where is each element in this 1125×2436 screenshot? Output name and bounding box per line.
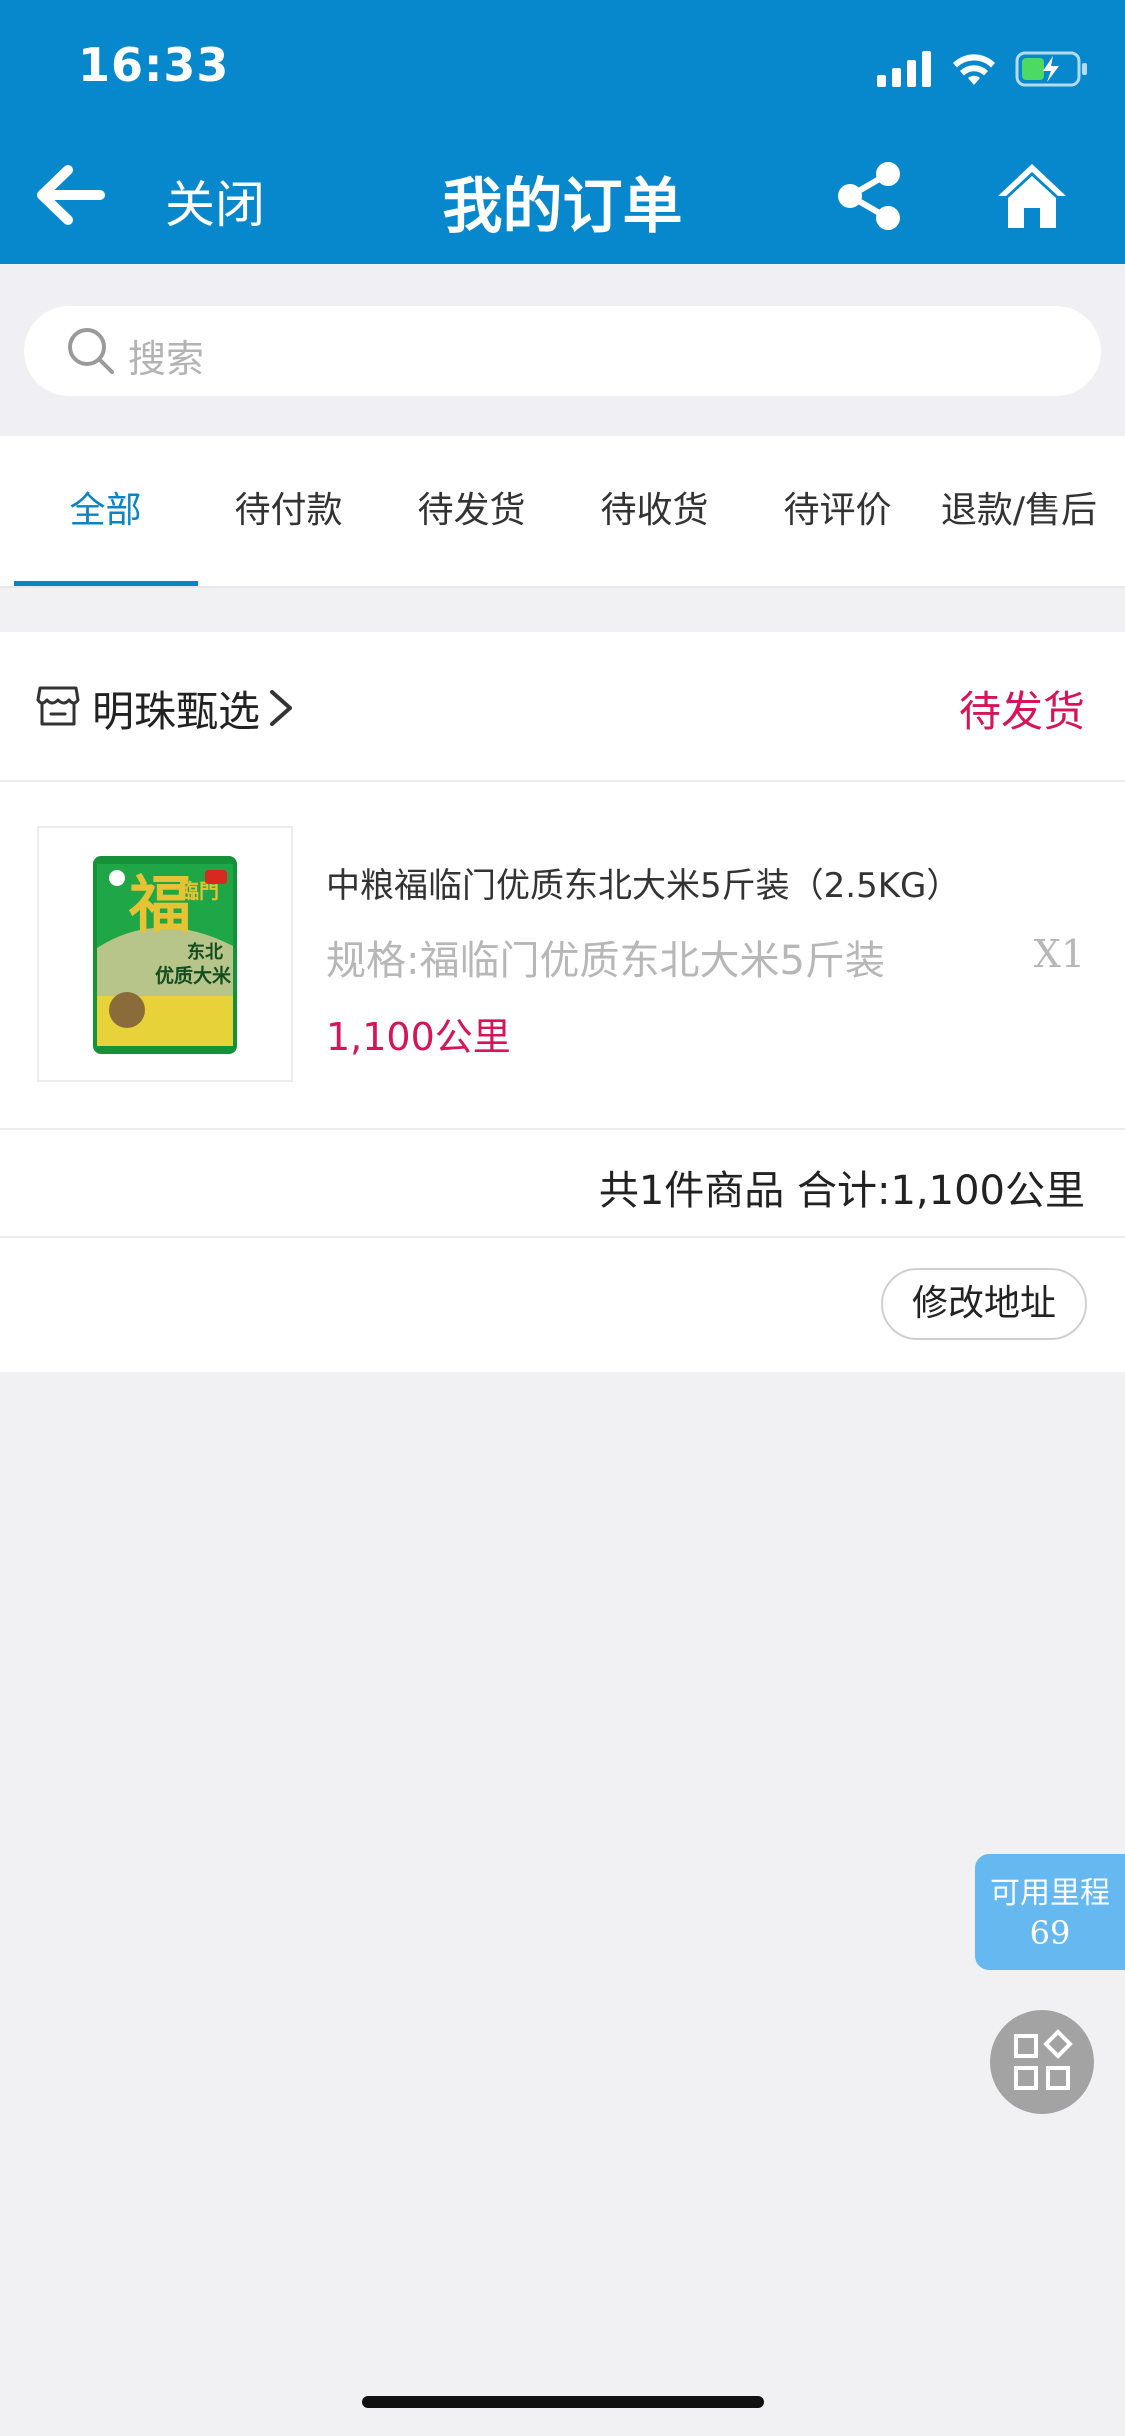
svg-text:东北: 东北: [187, 941, 223, 963]
search-icon: [68, 328, 114, 374]
tab-pending-receipt[interactable]: 待收货: [563, 436, 746, 586]
product-spec: 规格:福临门优质东北大米5斤装: [326, 938, 885, 984]
modify-address-button[interactable]: 修改地址: [881, 1268, 1087, 1340]
home-icon[interactable]: [996, 160, 1068, 232]
back-arrow-icon[interactable]: [36, 160, 106, 230]
apps-grid-button[interactable]: [990, 2010, 1094, 2114]
product-quantity: X1: [1033, 932, 1085, 976]
order-tabs: 全部 待付款 待发货 待收货 待评价 退款/售后: [0, 436, 1125, 588]
chevron-right-icon: [270, 690, 292, 726]
order-total: 共1件商品 合计:1,100公里: [598, 1168, 1085, 1214]
tab-all[interactable]: 全部: [14, 436, 197, 586]
product-image[interactable]: 福 臨門 东北 优质大米: [37, 826, 293, 1082]
status-time: 16:33: [78, 38, 230, 92]
battery-charging-icon: [1015, 51, 1087, 87]
close-button[interactable]: 关闭: [165, 165, 265, 237]
store-name[interactable]: 明珠甄选: [92, 678, 260, 739]
cellular-signal-icon: [877, 51, 931, 87]
mileage-value: 69: [1029, 1914, 1071, 1952]
rice-bag-image: 福 臨門 东北 优质大米: [93, 856, 237, 1054]
store-icon: [36, 686, 80, 726]
apps-grid-icon: [1014, 2029, 1073, 2090]
tab-pending-review[interactable]: 待评价: [746, 436, 929, 586]
active-tab-indicator: [14, 581, 198, 586]
wifi-icon: [953, 54, 995, 85]
mileage-label: 可用里程: [990, 1876, 1110, 1911]
search-placeholder: 搜索: [128, 337, 205, 381]
status-icons: [877, 44, 1089, 94]
tab-pending-payment[interactable]: 待付款: [197, 436, 380, 586]
tab-pending-shipment[interactable]: 待发货: [380, 436, 563, 586]
share-icon[interactable]: [836, 160, 904, 232]
home-indicator[interactable]: [362, 2396, 764, 2408]
product-name[interactable]: 中粮福临门优质东北大米5斤装（2.5KG）: [326, 858, 960, 907]
available-mileage-badge[interactable]: 可用里程 69: [975, 1854, 1125, 1970]
order-status: 待发货: [958, 687, 1085, 736]
svg-text:优质大米: 优质大米: [155, 964, 232, 987]
tab-refund-aftersale[interactable]: 退款/售后: [929, 436, 1109, 586]
product-price: 1,100公里: [326, 1015, 511, 1059]
